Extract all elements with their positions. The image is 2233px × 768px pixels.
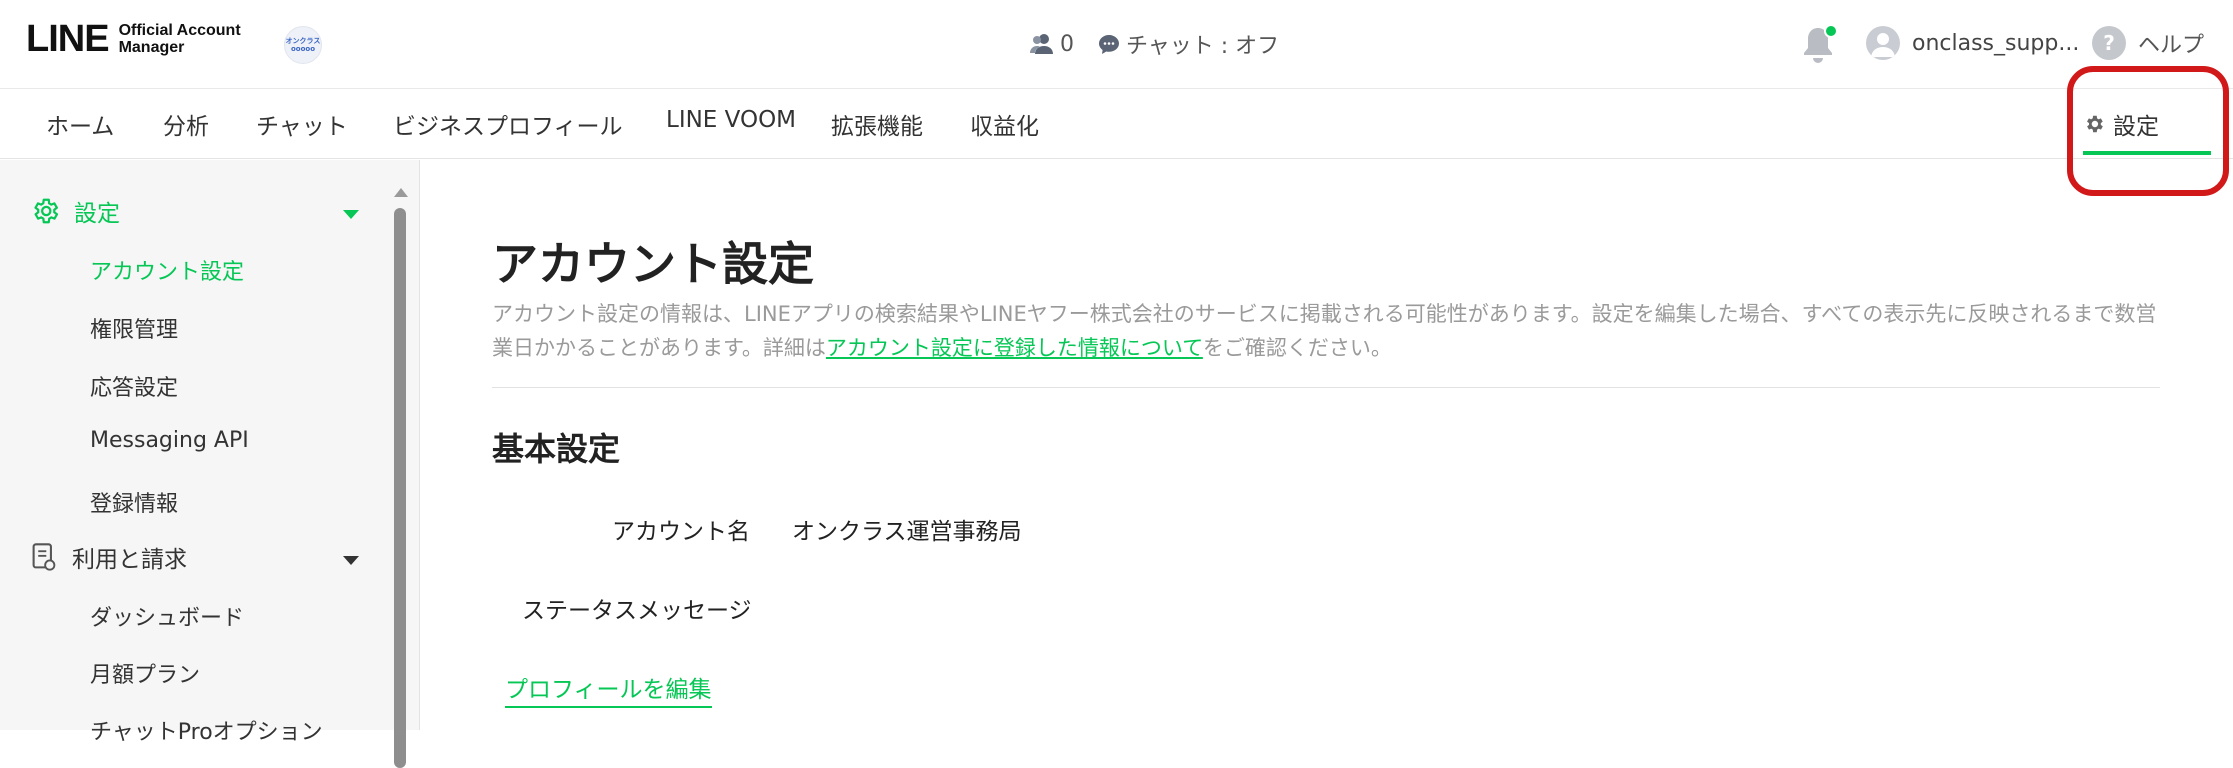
page-description: アカウント設定の情報は、LINEアプリの検索結果やLINEヤフー株式会社のサービ…	[492, 302, 2157, 360]
notifications-button[interactable]	[1802, 24, 1838, 64]
sidebar-item-dashboard[interactable]: ダッシュボード	[90, 600, 244, 632]
user-avatar-icon	[1866, 26, 1900, 60]
chevron-down-icon[interactable]	[343, 210, 359, 219]
edit-profile-link[interactable]: プロフィールを編集	[505, 670, 712, 708]
sidebar-item-chat-pro-option[interactable]: チャットProオプション	[90, 714, 323, 746]
section-title-basic-settings: 基本設定	[492, 430, 621, 468]
scroll-thumb[interactable]	[394, 208, 406, 768]
followers-count[interactable]: 0	[1030, 32, 1074, 57]
chat-status[interactable]: チャット : オフ	[1098, 28, 1279, 60]
notification-dot	[1824, 24, 1838, 38]
tab-monetization[interactable]: 収益化	[970, 107, 1039, 141]
tab-chat[interactable]: チャット	[256, 107, 348, 141]
sidebar-group-settings[interactable]: 設定	[30, 194, 120, 228]
sidebar-item-messaging-api[interactable]: Messaging API	[90, 428, 249, 453]
sidebar-item-permissions[interactable]: 権限管理	[90, 312, 178, 344]
account-name-label: アカウント名	[612, 519, 750, 545]
tab-home[interactable]: ホーム	[46, 107, 114, 141]
tab-extensions[interactable]: 拡張機能	[831, 107, 923, 141]
sidebar-group-billing-label: 利用と請求	[72, 547, 187, 573]
help-label: ヘルプ	[2138, 33, 2205, 58]
settings-highlight-annotation	[2067, 66, 2229, 196]
sidebar-item-response-settings[interactable]: 応答設定	[90, 370, 178, 402]
sidebar-group-billing[interactable]: 利用と請求	[30, 540, 187, 574]
help-icon: ?	[2092, 26, 2126, 60]
account-avatar[interactable]: オンクラス ooooo	[284, 26, 322, 64]
settings-sidebar: 設定 アカウント設定 権限管理 応答設定 Messaging API 登録情報 …	[0, 160, 420, 768]
help-button[interactable]: ? ヘルプ	[2092, 26, 2204, 60]
chat-status-label: チャット : オフ	[1126, 34, 1280, 59]
sidebar-scrollbar[interactable]	[393, 188, 408, 768]
gear-outline-icon	[34, 198, 59, 224]
account-info-help-link[interactable]: アカウント設定に登録した情報について	[826, 336, 1203, 360]
username-label: onclass_supp...	[1912, 30, 2080, 56]
status-message-label: ステータスメッセージ	[522, 598, 752, 624]
document-icon	[32, 543, 56, 571]
friends-icon	[1030, 34, 1053, 54]
sidebar-item-monthly-plan[interactable]: 月額プラン	[90, 657, 200, 689]
line-oa-manager-logo[interactable]: LINE Official Account Manager	[26, 20, 241, 58]
logo-subtitle: Official Account Manager	[118, 22, 241, 56]
main-nav: ホーム 分析 チャット ビジネスプロフィール LINE VOOM 拡張機能 収益…	[0, 89, 2233, 159]
chevron-down-icon[interactable]	[343, 556, 359, 565]
chat-bubble-icon	[1099, 35, 1119, 54]
sidebar-item-account-settings[interactable]: アカウント設定	[90, 254, 244, 286]
page-title: アカウント設定	[492, 237, 814, 291]
sidebar-group-settings-label: 設定	[74, 201, 120, 227]
scroll-up-icon[interactable]	[394, 188, 408, 197]
logo-wordmark: LINE	[26, 18, 110, 60]
top-header: LINE Official Account Manager オンクラス oooo…	[0, 0, 2233, 89]
tab-analytics[interactable]: 分析	[163, 107, 209, 141]
account-name-value: オンクラス運営事務局	[792, 519, 1022, 545]
tab-business-profile[interactable]: ビジネスプロフィール	[393, 107, 623, 141]
user-menu[interactable]: onclass_supp...	[1866, 26, 2079, 60]
divider	[492, 387, 2160, 388]
account-stats: 0 チャット : オフ	[1030, 28, 1279, 60]
followers-count-value: 0	[1060, 31, 1074, 57]
tab-line-voom[interactable]: LINE VOOM	[666, 107, 796, 133]
sidebar-item-registration-info[interactable]: 登録情報	[90, 486, 178, 518]
